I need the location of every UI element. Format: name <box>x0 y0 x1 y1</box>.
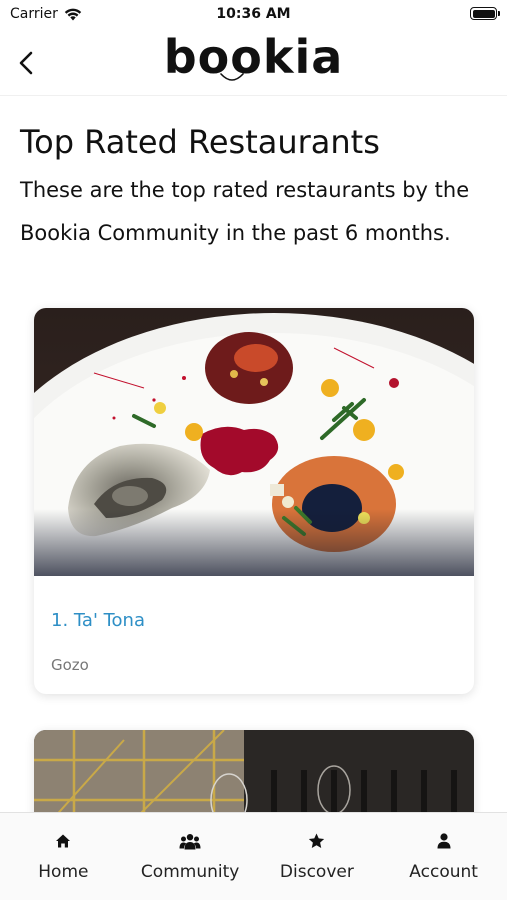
tab-account[interactable]: Account <box>380 813 507 900</box>
logo-smile-icon <box>220 73 244 81</box>
page-title: Top Rated Restaurants <box>20 123 380 161</box>
food-plate-photo <box>34 308 474 576</box>
restaurant-location: Gozo <box>51 656 89 674</box>
home-icon <box>56 834 71 848</box>
account-icon <box>437 833 451 849</box>
status-time: 10:36 AM <box>216 6 291 22</box>
tab-label: Discover <box>279 862 354 882</box>
star-icon <box>309 833 325 849</box>
tab-discover[interactable]: Discover <box>254 813 381 900</box>
restaurant-card[interactable]: 1. Ta' Tona Gozo <box>34 308 474 694</box>
restaurant-card[interactable] <box>34 730 474 812</box>
tab-community[interactable]: Community <box>127 813 254 900</box>
restaurant-interior-photo <box>34 730 474 812</box>
logo-text: bookia <box>163 30 344 84</box>
status-bar: Carrier 10:36 AM <box>0 0 507 28</box>
nav-bar: bookia <box>0 28 507 96</box>
tab-label: Home <box>38 862 89 882</box>
battery-icon <box>470 7 500 20</box>
tab-label: Account <box>409 862 478 882</box>
tab-home[interactable]: Home <box>0 813 127 900</box>
tab-bar: Home Community Discover Account <box>0 812 507 900</box>
community-icon <box>179 834 201 850</box>
main-content[interactable]: Top Rated Restaurants These are the top … <box>0 97 507 812</box>
page-description: These are the top rated restaurants by t… <box>20 178 470 245</box>
restaurant-name[interactable]: 1. Ta' Tona <box>51 610 145 631</box>
bookia-logo: bookia <box>0 30 507 84</box>
tab-label: Community <box>140 862 240 882</box>
